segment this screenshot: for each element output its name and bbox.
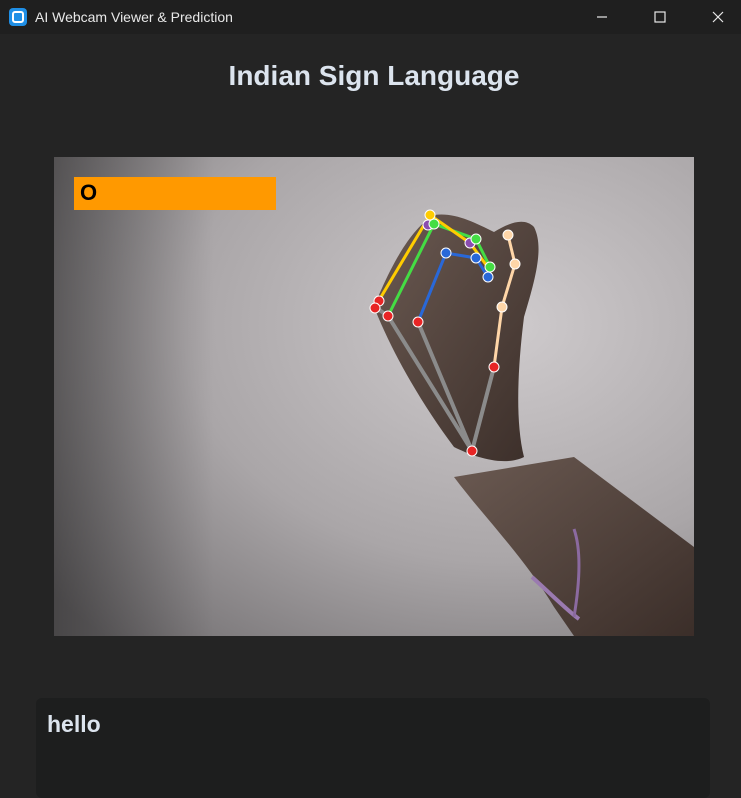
close-button[interactable] bbox=[689, 0, 741, 34]
close-icon bbox=[712, 11, 724, 23]
output-text: hello bbox=[47, 711, 101, 737]
output-textbox[interactable]: hello bbox=[36, 698, 710, 798]
webcam-feed bbox=[54, 157, 694, 636]
window-title: AI Webcam Viewer & Prediction bbox=[35, 9, 233, 25]
minimize-button[interactable] bbox=[573, 0, 631, 34]
minimize-icon bbox=[597, 16, 607, 18]
app-icon bbox=[9, 8, 27, 26]
maximize-icon bbox=[654, 11, 666, 23]
webcam-image bbox=[54, 157, 694, 636]
prediction-letter: O bbox=[80, 180, 98, 205]
prediction-label: O bbox=[74, 177, 276, 210]
maximize-button[interactable] bbox=[631, 0, 689, 34]
title-bar: AI Webcam Viewer & Prediction bbox=[0, 0, 741, 34]
page-title: Indian Sign Language bbox=[228, 60, 520, 91]
